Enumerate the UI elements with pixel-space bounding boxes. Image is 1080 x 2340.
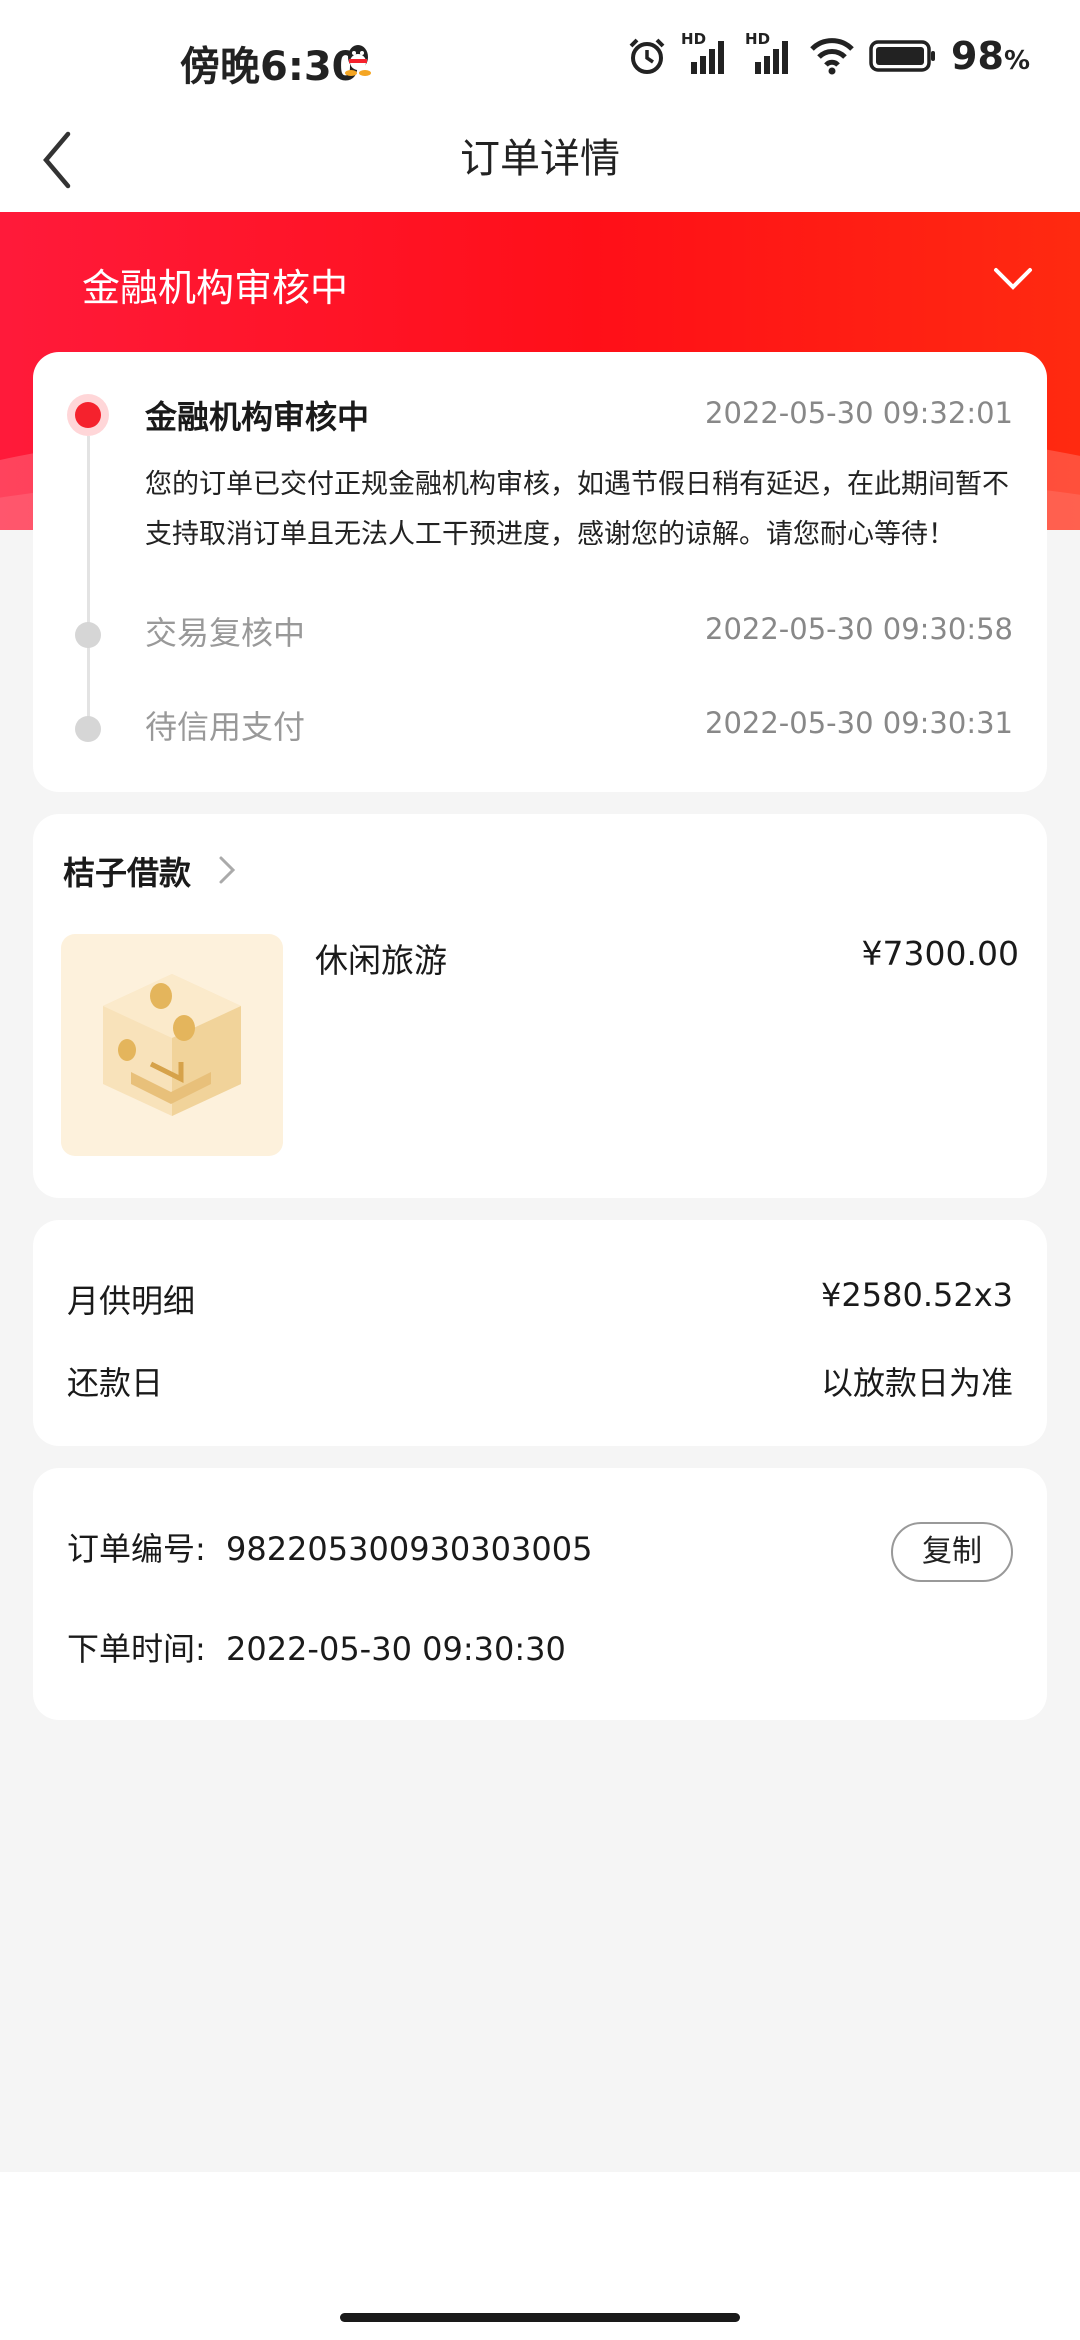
monthly-payment-label: 月供明细: [67, 1282, 196, 1320]
copy-button[interactable]: 复制: [891, 1522, 1013, 1582]
repayment-card: 月供明细 ¥2580.52x3 还款日 以放款日为准: [33, 1220, 1047, 1446]
order-info-card: 订单编号: 982205300930303005 复制 下单时间: 2022-0…: [33, 1468, 1047, 1720]
merchant-name-link[interactable]: 桔子借款: [63, 848, 191, 894]
timeline-step-time: 2022-05-30 09:30:58: [705, 612, 1013, 646]
alarm-icon: [629, 38, 665, 74]
order-time-value: 2022-05-30 09:30:30: [225, 1630, 566, 1668]
navigation-bar: 订单详情: [0, 116, 1080, 212]
timeline-step-time: 2022-05-30 09:32:01: [705, 396, 1013, 430]
monthly-payment-value: ¥2580.52x3: [821, 1276, 1013, 1314]
timeline-step-title: 金融机构审核中: [145, 398, 370, 436]
merchant-product-card: 桔子借款 休闲旅游 ¥7300.00: [33, 814, 1047, 1198]
signal-icon: HD: [745, 30, 795, 76]
timeline-step-description: 您的订单已交付正规金融机构审核，如遇节假日稍有延迟，在此期间暂不支持取消订单且无…: [145, 469, 1009, 550]
order-number: 订单编号: 982205300930303005: [67, 1524, 592, 1570]
timeline-step-title: 待信用支付: [145, 708, 306, 746]
timeline-connector: [87, 436, 90, 736]
qq-icon: [345, 45, 371, 76]
progress-timeline-card: 金融机构审核中 2022-05-30 09:32:01 您的订单已交付正规金融机…: [33, 352, 1047, 792]
timeline-dot: [75, 716, 101, 742]
order-number-label: 订单编号:: [67, 1530, 206, 1568]
page-title: 订单详情: [460, 136, 620, 182]
order-number-value: 982205300930303005: [225, 1530, 593, 1568]
signal-icon: HD: [681, 30, 731, 76]
battery-level: 98%: [951, 34, 1030, 78]
coin-box-icon: [103, 974, 241, 1116]
product-image: [61, 934, 283, 1156]
chevron-down-icon[interactable]: [992, 264, 1034, 294]
timeline-dot: [75, 622, 101, 648]
chevron-right-icon[interactable]: [217, 854, 237, 886]
order-time-label: 下单时间:: [67, 1630, 206, 1668]
battery-icon: [869, 40, 936, 72]
product-name: 休闲旅游: [315, 941, 447, 980]
status-bar: 傍晚6:30 HD HD 98%: [0, 0, 1080, 116]
timeline-step-time: 2022-05-30 09:30:31: [705, 706, 1013, 740]
timeline-dot-active: [75, 402, 101, 428]
home-indicator[interactable]: [340, 2313, 740, 2322]
repayment-day-value: 以放款日为准: [820, 1364, 1013, 1402]
status-time: 傍晚6:30: [180, 44, 360, 90]
timeline-step-title: 交易复核中: [145, 614, 306, 652]
wifi-icon: [810, 38, 854, 75]
repayment-day-label: 还款日: [67, 1364, 164, 1402]
order-status-title: 金融机构审核中: [82, 266, 349, 310]
product-price: ¥7300.00: [861, 934, 1019, 973]
order-time: 下单时间: 2022-05-30 09:30:30: [67, 1624, 566, 1670]
